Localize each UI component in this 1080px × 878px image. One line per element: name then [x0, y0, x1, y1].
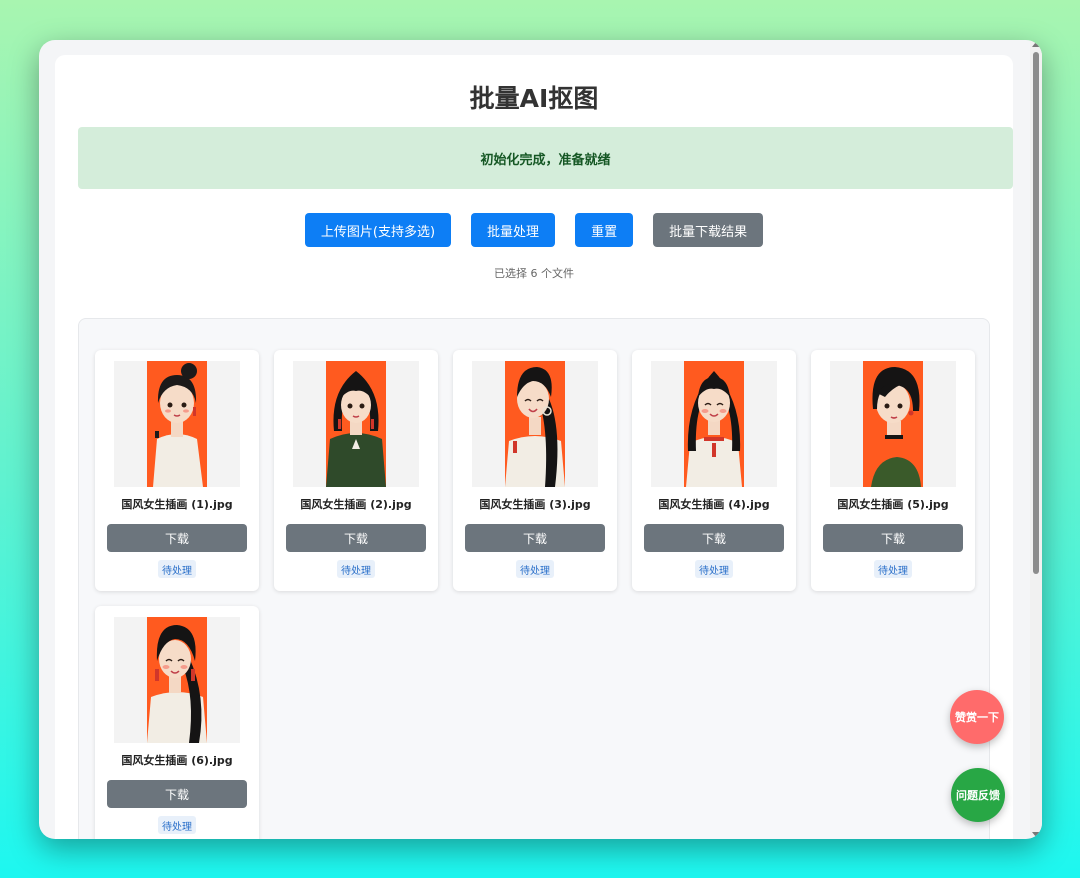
- upload-button[interactable]: 上传图片(支持多选): [304, 213, 452, 247]
- toolbar: 上传图片(支持多选) 批量处理 重置 批量下载结果: [55, 213, 1013, 247]
- image-thumbnail: [651, 361, 777, 487]
- reward-button[interactable]: 赞赏一下: [950, 690, 1004, 744]
- image-thumbnail: [472, 361, 598, 487]
- status-badge: 待处理: [695, 560, 733, 578]
- status-badge: 待处理: [516, 560, 554, 578]
- image-filename: 国风女生插画 (1).jpg: [121, 498, 233, 511]
- image-filename: 国风女生插画 (3).jpg: [479, 498, 591, 511]
- image-card: 国风女生插画 (4).jpg 下载 待处理: [632, 350, 796, 591]
- batch-process-button[interactable]: 批量处理: [471, 213, 556, 247]
- main-panel: 批量AI抠图 初始化完成，准备就绪 上传图片(支持多选) 批量处理 重置 批量下…: [55, 55, 1013, 839]
- status-badge: 待处理: [874, 560, 912, 578]
- image-thumbnail: [293, 361, 419, 487]
- status-badge: 待处理: [337, 560, 375, 578]
- reset-button[interactable]: 重置: [575, 213, 634, 247]
- file-count-text: 已选择 6 个文件: [494, 267, 574, 280]
- scrollbar-thumb[interactable]: [1033, 52, 1039, 574]
- browser-window: 批量AI抠图 初始化完成，准备就绪 上传图片(支持多选) 批量处理 重置 批量下…: [39, 40, 1042, 839]
- scroll-down-icon[interactable]: [1032, 832, 1040, 837]
- image-thumbnail: [114, 361, 240, 487]
- download-button[interactable]: 下载: [823, 524, 963, 552]
- image-card: 国风女生插画 (6).jpg 下载 待处理: [95, 606, 259, 839]
- image-card: 国风女生插画 (5).jpg 下载 待处理: [811, 350, 975, 591]
- image-gallery: 国风女生插画 (1).jpg 下载 待处理 国风女生插画 (2).jpg 下载 …: [78, 318, 990, 839]
- status-badge: 待处理: [158, 816, 196, 834]
- page-title: 批量AI抠图: [469, 84, 599, 113]
- image-filename: 国风女生插画 (6).jpg: [121, 754, 233, 767]
- image-filename: 国风女生插画 (2).jpg: [300, 498, 412, 511]
- feedback-button[interactable]: 问题反馈: [951, 768, 1005, 822]
- image-thumbnail: [114, 617, 240, 743]
- image-card: 国风女生插画 (2).jpg 下载 待处理: [274, 350, 438, 591]
- download-button[interactable]: 下载: [644, 524, 784, 552]
- image-filename: 国风女生插画 (4).jpg: [658, 498, 770, 511]
- download-button[interactable]: 下载: [465, 524, 605, 552]
- image-filename: 国风女生插画 (5).jpg: [837, 498, 949, 511]
- image-card: 国风女生插画 (3).jpg 下载 待处理: [453, 350, 617, 591]
- download-button[interactable]: 下载: [107, 524, 247, 552]
- batch-download-button[interactable]: 批量下载结果: [653, 213, 764, 247]
- scroll-up-icon[interactable]: [1032, 42, 1040, 47]
- image-thumbnail: [830, 361, 956, 487]
- status-banner: 初始化完成，准备就绪: [78, 127, 1013, 189]
- status-badge: 待处理: [158, 560, 196, 578]
- download-button[interactable]: 下载: [107, 780, 247, 808]
- image-card: 国风女生插画 (1).jpg 下载 待处理: [95, 350, 259, 591]
- scrollbar[interactable]: [1030, 40, 1042, 839]
- download-button[interactable]: 下载: [286, 524, 426, 552]
